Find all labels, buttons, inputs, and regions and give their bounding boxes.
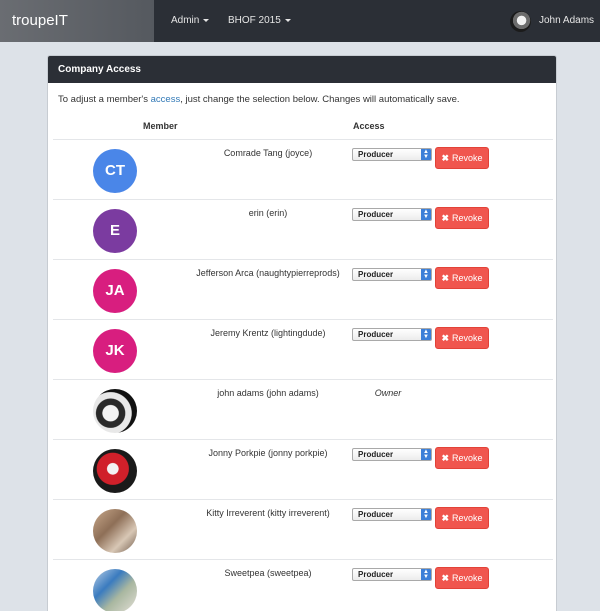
revoke-label: Revoke [452,453,483,463]
user-menu-label: John Adams [539,15,595,26]
panel-title: Company Access [48,56,556,83]
intro-text-after: , just change the selection below. Chang… [180,94,460,105]
access-select[interactable]: Producer ▲ ▼ [352,148,432,161]
close-icon: ✖ [441,213,450,223]
revoke-label: Revoke [452,573,483,583]
company-access-panel: Company Access To adjust a member's acce… [47,55,557,611]
select-arrows-icon: ▲ ▼ [421,509,431,520]
access-select-value: Producer [358,270,394,279]
close-icon: ✖ [441,573,450,583]
admin-menu-label: Admin [171,15,200,26]
access-select[interactable]: Producer ▲ ▼ [352,268,432,281]
avatar: JK [93,329,137,373]
member-name: Jonny Porkpie (jonny porkpie) [208,448,328,458]
member-name: Jeremy Krentz (lightingdude) [210,328,326,338]
revoke-button[interactable]: ✖ Revoke [435,507,489,529]
member-row: JK Jeremy Krentz (lightingdude) Producer ▲ … [53,319,553,379]
member-name: Sweetpea (sweetpea) [224,568,312,578]
avatar [93,449,137,493]
owner-label: Owner [374,388,402,398]
avatar [93,569,137,611]
access-select-value: Producer [358,510,394,519]
avatar: CT [93,149,137,193]
brand-logo[interactable]: troupeIT [0,0,154,42]
admin-menu[interactable]: Admin [171,0,210,42]
revoke-label: Revoke [452,333,483,343]
intro-text: To adjust a member's access, just change… [58,94,460,105]
member-name: Kitty Irreverent (kitty irreverent) [206,508,330,518]
access-column-header: Access [353,121,385,131]
revoke-label: Revoke [452,273,483,283]
access-select-value: Producer [358,150,394,159]
select-arrows-icon: ▲ ▼ [421,209,431,220]
member-name: Jefferson Arca (naughtypierreprods) [196,268,340,278]
select-arrows-icon: ▲ ▼ [421,449,431,460]
access-select[interactable]: Producer ▲ ▼ [352,448,432,461]
access-select[interactable]: Producer ▲ ▼ [352,208,432,221]
close-icon: ✖ [441,153,450,163]
member-name: erin (erin) [248,208,288,218]
access-select-value: Producer [358,330,394,339]
member-row: Sweetpea (sweetpea) Producer ▲ ▼ ✖ Revoke [53,559,553,611]
select-arrows-icon: ▲ ▼ [421,329,431,340]
event-menu[interactable]: BHOF 2015 [228,0,291,42]
access-link[interactable]: access [151,94,181,105]
close-icon: ✖ [441,453,450,463]
access-select[interactable]: Producer ▲ ▼ [352,568,432,581]
member-column-header: Member [143,121,178,131]
member-row: Eerin (erin) Producer ▲ ▼ ✖ Revoke [53,199,553,259]
member-row: john adams (john adams) Owner [53,379,553,439]
intro-text-before: To adjust a member's [58,94,151,105]
revoke-button[interactable]: ✖ Revoke [435,567,489,589]
close-icon: ✖ [441,333,450,343]
avatar [93,509,137,553]
revoke-button[interactable]: ✖ Revoke [435,447,489,469]
member-row: Jonny Porkpie (jonny porkpie) Producer ▲ ▼… [53,439,553,499]
access-select-value: Producer [358,210,394,219]
access-select[interactable]: Producer ▲ ▼ [352,328,432,341]
chevron-down-icon [203,18,210,22]
revoke-button[interactable]: ✖ Revoke [435,147,489,169]
user-menu[interactable]: John Adams [539,0,600,64]
event-menu-label: BHOF 2015 [228,15,281,26]
access-select-value: Producer [358,450,394,459]
close-icon: ✖ [441,513,450,523]
revoke-label: Revoke [452,213,483,223]
avatar[interactable] [510,11,531,32]
member-name: Comrade Tang (joyce) [223,148,313,158]
chevron-down-icon [284,18,291,22]
member-row: Kitty Irreverent (kitty irreverent) Produ… [53,499,553,559]
access-select[interactable]: Producer ▲ ▼ [352,508,432,521]
top-navbar: troupeIT Admin BHOF 2015 John Adams [0,0,600,64]
avatar: E [93,209,137,253]
revoke-button[interactable]: ✖ Revoke [435,327,489,349]
revoke-label: Revoke [452,153,483,163]
member-row: CT Comrade Tang (joyce) Producer ▲ ▼ ✖ Revoke [53,139,553,199]
close-icon: ✖ [441,273,450,283]
access-select-value: Producer [358,570,394,579]
avatar [93,389,137,433]
member-name: john adams (john adams) [217,388,319,398]
member-row: JA Jefferson Arca (naughtypierreprods) Pro… [53,259,553,319]
select-arrows-icon: ▲ ▼ [421,569,431,580]
revoke-label: Revoke [452,513,483,523]
revoke-button[interactable]: ✖ Revoke [435,267,489,289]
select-arrows-icon: ▲ ▼ [421,269,431,280]
select-arrows-icon: ▲ ▼ [421,149,431,160]
avatar: JA [93,269,137,313]
revoke-button[interactable]: ✖ Revoke [435,207,489,229]
